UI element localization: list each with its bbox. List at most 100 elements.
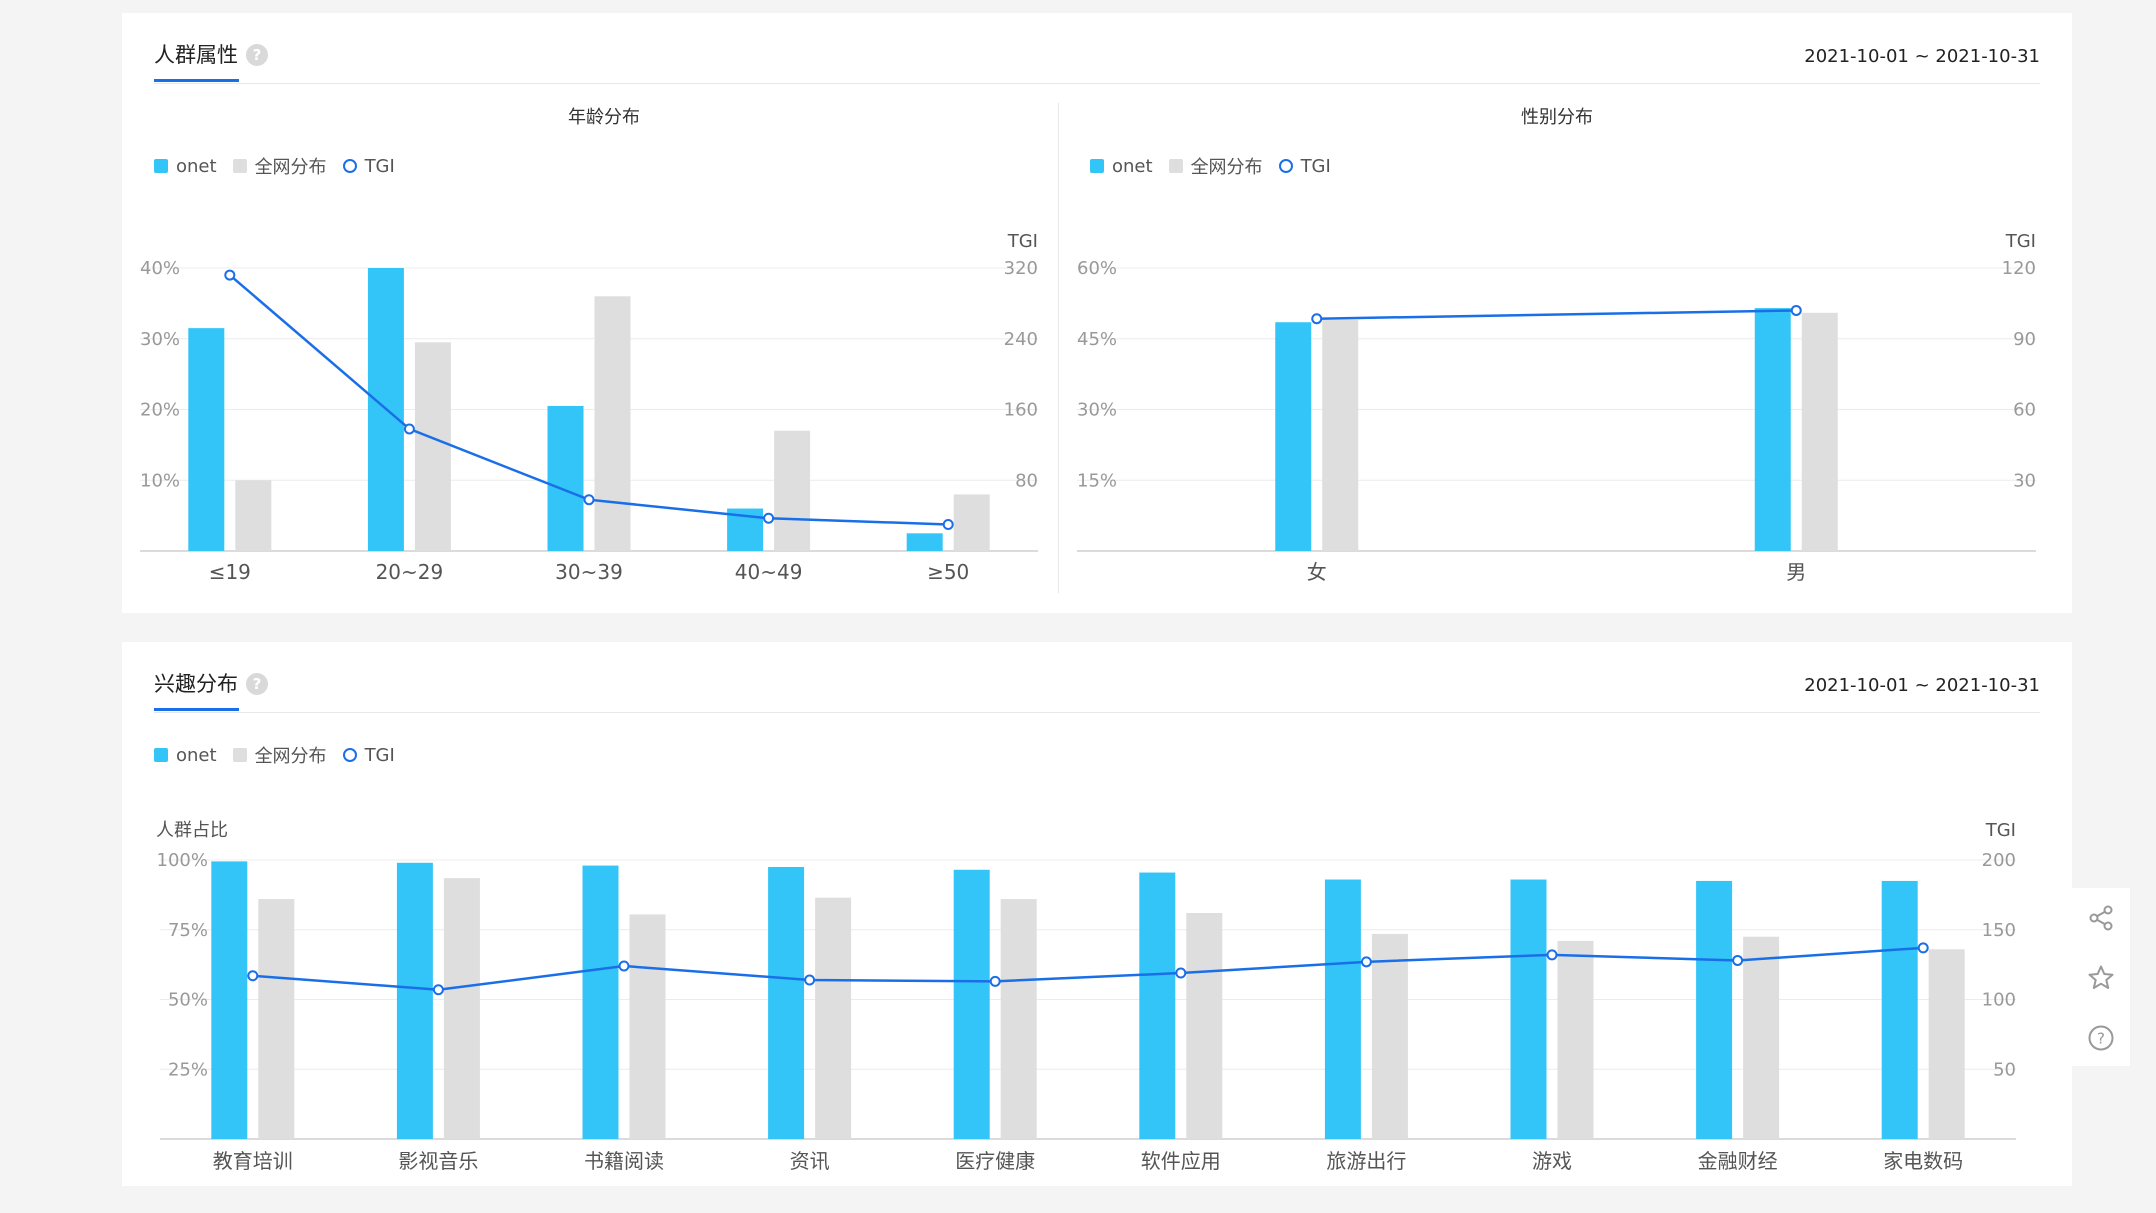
y2-tick-label: 90 [2013,329,2036,350]
bar-onet [768,866,805,1139]
chart-title: 年龄分布 [568,107,640,128]
x-tick-label: 医疗健康 [955,1149,1035,1173]
y-tick-label: 50% [168,990,208,1011]
tgi-point [942,518,954,530]
y2-tick-label: 50 [1993,1059,2016,1080]
bar-onet [953,869,990,1139]
svg-text:?: ? [2097,1030,2105,1048]
bar-onet [188,328,225,551]
interest-distribution-chart: 人群占比 TGI 25% 50% 75% 100% 50 100 150 200 教育培训 影视音乐 书… [156,820,2016,1173]
gender-distribution-chart: 性别分布 TGI 15% 30% 45% 60% 30 60 90 120 女 男 [1077,107,2036,584]
tgi-point [763,512,775,524]
bar-network [1557,940,1594,1139]
bar-onet [1696,880,1733,1139]
tgi-point [1360,956,1372,968]
bar-network [258,899,295,1139]
tgi-point [1175,967,1187,979]
tgi-line [252,946,1924,991]
x-tick-label: 金融财经 [1698,1149,1778,1173]
y2-tick-label: 150 [1982,920,2016,941]
x-tick-label: 20~29 [376,560,444,584]
bar-onet [1139,872,1176,1139]
y-tick-label: 45% [1077,329,1117,350]
crowd-attributes-panel: 人群属性? 2021-10-01 ~ 2021-10-31 onet 全网分布 … [122,13,2072,613]
tgi-point [247,970,259,982]
tgi-point [432,984,444,996]
y2-tick-label: 80 [1015,470,1038,491]
y2-tick-label: 120 [2002,258,2036,279]
bar-network [953,494,990,551]
bar-network [1000,899,1037,1139]
y2-tick-label: 240 [1004,329,1038,350]
y-tick-label: 75% [168,920,208,941]
star-icon[interactable] [2087,964,2115,992]
bar-network [1928,949,1965,1139]
tgi-point [1790,304,1802,316]
x-tick-label: 40~49 [735,560,803,584]
y-tick-label: 10% [140,470,180,491]
y2-tick-label: 100 [1982,990,2016,1011]
tgi-point [224,269,236,281]
tgi-point [618,960,630,972]
bar-network [1801,312,1838,551]
x-tick-label: 影视音乐 [398,1149,478,1173]
tgi-point [1546,949,1558,961]
y2-tick-label: 160 [1004,400,1038,421]
help-icon[interactable]: ? [2087,1024,2115,1052]
y2-axis-title: TGI [2005,231,2036,252]
tgi-point [1732,954,1744,966]
x-tick-label: ≤19 [209,560,251,584]
y-tick-label: 60% [1077,258,1117,279]
bar-onet [1754,308,1791,551]
tgi-line [1316,309,1797,320]
y2-tick-label: 60 [2013,400,2036,421]
y2-tick-label: 320 [1004,258,1038,279]
x-tick-label: 女 [1307,560,1327,584]
bar-onet [1881,880,1918,1139]
x-tick-label: 男 [1786,560,1806,584]
y-axis-title: 人群占比 [156,820,228,841]
y-tick-label: 25% [168,1059,208,1080]
tgi-point [989,975,1001,987]
x-tick-label: 资讯 [790,1149,830,1173]
y2-tick-label: 200 [1982,850,2016,871]
bar-network [235,480,272,551]
bar-network [629,914,666,1139]
side-toolbar: ? [2072,888,2130,1066]
tgi-point [1917,942,1929,954]
bar-network [1371,933,1408,1139]
tgi-point [804,974,816,986]
x-tick-label: 30~39 [555,560,623,584]
tgi-point [583,494,595,506]
bar-onet [1324,879,1361,1139]
bar-network [1186,913,1223,1139]
bar-onet [1510,879,1547,1139]
y-tick-label: 20% [140,400,180,421]
tgi-line [228,274,949,526]
x-tick-label: 游戏 [1532,1149,1572,1173]
chart-title: 性别分布 [1521,107,1593,128]
bar-onet [547,405,584,551]
y-tick-label: 30% [1077,400,1117,421]
y2-tick-label: 30 [2013,470,2036,491]
age-distribution-chart: 年龄分布 TGI 10% 20% 30% 40% 80 160 240 320 ≤19 20~29 30… [140,107,1038,584]
bar-network [443,878,480,1139]
bar-network [594,296,631,551]
x-tick-label: ≥50 [927,560,969,584]
bar-onet [1275,322,1312,551]
y2-axis-title: TGI [1007,231,1038,252]
bar-network [414,342,451,551]
y2-axis-title: TGI [1985,820,2016,841]
x-tick-label: 家电数码 [1883,1149,1963,1173]
bar-network [1743,936,1780,1139]
tgi-point [403,423,415,435]
bar-network [1322,319,1359,551]
share-icon[interactable] [2087,904,2115,932]
x-tick-label: 书籍阅读 [584,1149,664,1173]
bar-network [774,430,811,551]
bar-onet [211,861,248,1139]
bar-onet [906,533,943,551]
bar-onet [396,862,433,1139]
y-tick-label: 15% [1077,470,1117,491]
y-tick-label: 30% [140,329,180,350]
